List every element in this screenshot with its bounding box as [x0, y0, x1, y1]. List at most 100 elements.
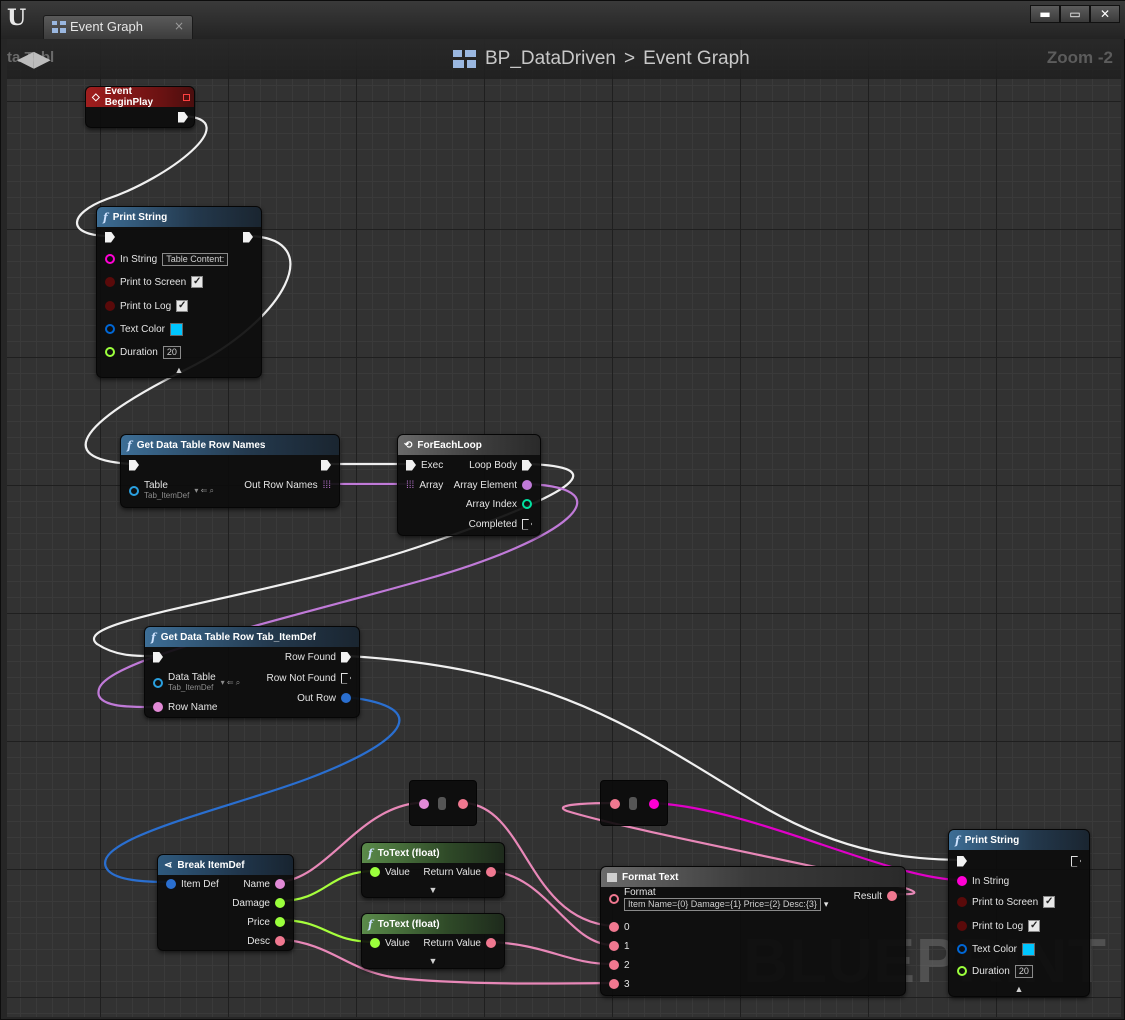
breadcrumb-blueprint[interactable]: BP_DataDriven — [485, 48, 616, 70]
combo-arrow-icon[interactable]: ▾ ⇐ ⌕ — [194, 486, 214, 496]
expand-arrow-icon[interactable]: ▲ — [949, 984, 1089, 994]
result-pin[interactable] — [887, 891, 897, 901]
return-value-pin[interactable] — [486, 938, 496, 948]
delegate-pin-icon[interactable] — [183, 93, 190, 101]
exec-in-pin[interactable] — [129, 459, 139, 471]
arg-2-pin[interactable] — [609, 960, 619, 970]
array-grid-icon[interactable]: ⁞⁞⁞ — [323, 480, 331, 491]
completed-pin[interactable] — [522, 518, 532, 530]
arg-3-pin[interactable] — [609, 979, 619, 989]
duration-field[interactable]: 20 — [1014, 964, 1033, 978]
row-found-pin[interactable] — [341, 651, 351, 663]
exec-out-pin[interactable] — [321, 459, 331, 471]
conversion-out-pin[interactable] — [458, 799, 468, 809]
maximize-button[interactable]: ▭ — [1060, 5, 1090, 23]
text-color-swatch[interactable] — [1022, 942, 1036, 956]
damage-pin[interactable] — [275, 898, 285, 908]
print-log-checkbox[interactable]: ✓ — [1028, 920, 1041, 932]
return-value-pin[interactable] — [486, 867, 496, 877]
text-color-pin[interactable] — [105, 324, 115, 334]
value-label: Value — [385, 937, 410, 949]
out-row-pin[interactable] — [341, 693, 351, 703]
conversion-out-pin[interactable] — [649, 799, 659, 809]
format-pin[interactable] — [609, 894, 619, 904]
graph-canvas[interactable]: ta Tabl ◀▶ BP_DataDriven > Event Graph Z… — [7, 39, 1121, 1017]
print-screen-checkbox[interactable]: ✓ — [191, 276, 204, 288]
expand-arrow-icon[interactable]: ▲ — [97, 365, 261, 375]
node-title: Event BeginPlay — [104, 86, 154, 108]
exec-out-pin[interactable] — [1071, 855, 1081, 867]
print-screen-pin[interactable] — [957, 897, 967, 907]
tab-event-graph[interactable]: Event Graph × — [43, 15, 193, 39]
node-get-data-table-row-names[interactable]: f Get Data Table Row Names Table Tab_Ite… — [120, 434, 340, 508]
tab-close-icon[interactable]: × — [174, 19, 184, 33]
exec-out-pin[interactable] — [178, 111, 188, 123]
node-break-itemdef[interactable]: ⋖ Break ItemDef Item Def Name Damage Pri… — [157, 854, 294, 951]
data-table-pin[interactable] — [153, 678, 163, 688]
exec-in-pin[interactable] — [105, 231, 115, 243]
expand-arrow-icon[interactable]: ▼ — [362, 956, 504, 966]
dropdown-arrow-icon[interactable]: ▾ — [824, 899, 829, 910]
in-string-pin[interactable] — [957, 876, 967, 886]
exec-in-pin[interactable] — [153, 651, 163, 663]
duration-pin[interactable] — [957, 966, 967, 976]
price-pin[interactable] — [275, 917, 285, 927]
in-string-pin[interactable] — [105, 254, 115, 264]
print-screen-checkbox[interactable]: ✓ — [1043, 896, 1056, 908]
value-pin[interactable] — [370, 867, 380, 877]
value-pin[interactable] — [370, 938, 380, 948]
arg-1-pin[interactable] — [609, 941, 619, 951]
close-button[interactable]: ✕ — [1090, 5, 1120, 23]
node-totext-float-2[interactable]: f ToText (float) Value Return Value ▼ — [361, 913, 505, 969]
zoom-level: Zoom -2 — [1046, 48, 1113, 67]
wire-totext2-to-arg2 — [488, 940, 613, 966]
format-field[interactable]: Item Name={0} Damage={1} Price={2} Desc:… — [624, 898, 821, 911]
combo-arrow-icon[interactable]: ▾ ⇐ ⌕ — [221, 678, 241, 688]
node-event-beginplay[interactable]: ◇ Event BeginPlay — [85, 86, 195, 128]
node-print-string-2[interactable]: f Print String In String Print to Screen… — [948, 829, 1090, 997]
table-combo[interactable]: Tab_ItemDef — [144, 491, 189, 501]
exec-out-pin[interactable] — [243, 231, 253, 243]
node-title: Format Text — [622, 871, 679, 883]
row-found-label: Row Found — [284, 651, 336, 663]
exec-in-pin[interactable] — [957, 855, 967, 867]
data-table-combo[interactable]: Tab_ItemDef — [168, 683, 216, 693]
table-pin[interactable] — [129, 486, 139, 496]
node-format-text[interactable]: Format Text Format Item Name={0} Damage=… — [600, 866, 906, 996]
node-foreach-loop[interactable]: ⟲ ForEachLoop Exec ⁞⁞⁞ Array Loop Body A… — [397, 434, 541, 536]
breadcrumb-graph[interactable]: Event Graph — [643, 48, 750, 70]
node-print-string-1[interactable]: f Print String In String Table Content: … — [96, 206, 262, 378]
arg-0-pin[interactable] — [609, 922, 619, 932]
array-element-pin[interactable] — [522, 480, 532, 490]
array-grid-icon[interactable]: ⁞⁞⁞ — [406, 480, 414, 491]
node-totext-float-1[interactable]: f ToText (float) Value Return Value ▼ — [361, 842, 505, 898]
duration-pin[interactable] — [105, 347, 115, 357]
expand-arrow-icon[interactable]: ▼ — [362, 885, 504, 895]
completed-label: Completed — [468, 518, 517, 530]
array-index-pin[interactable] — [522, 499, 532, 509]
row-not-found-pin[interactable] — [341, 672, 351, 684]
duration-field[interactable]: 20 — [162, 345, 181, 359]
item-def-pin[interactable] — [166, 879, 176, 889]
desc-pin[interactable] — [275, 936, 285, 946]
node-conversion-text[interactable] — [600, 780, 668, 826]
event-diamond-icon: ◇ — [92, 91, 100, 103]
print-log-pin[interactable] — [105, 301, 115, 311]
conversion-in-pin[interactable] — [419, 799, 429, 809]
print-log-pin[interactable] — [957, 921, 967, 931]
back-forward-arrows-icon[interactable]: ◀▶ — [17, 47, 87, 73]
print-log-checkbox[interactable]: ✓ — [176, 300, 189, 312]
node-get-data-table-row[interactable]: f Get Data Table Row Tab_ItemDef Data Ta… — [144, 626, 360, 718]
print-screen-pin[interactable] — [105, 277, 115, 287]
exec-in-pin[interactable] — [406, 459, 416, 471]
text-color-pin[interactable] — [957, 944, 967, 954]
conversion-in-pin[interactable] — [610, 799, 620, 809]
name-pin[interactable] — [275, 879, 285, 889]
minimize-button[interactable]: ▬ — [1030, 5, 1060, 23]
text-color-swatch[interactable] — [170, 322, 184, 336]
node-conversion-name[interactable] — [409, 780, 477, 826]
row-name-pin[interactable] — [153, 702, 163, 712]
in-string-field[interactable]: Table Content: — [162, 252, 229, 266]
loop-body-pin[interactable] — [522, 459, 532, 471]
break-struct-icon: ⋖ — [164, 859, 173, 871]
